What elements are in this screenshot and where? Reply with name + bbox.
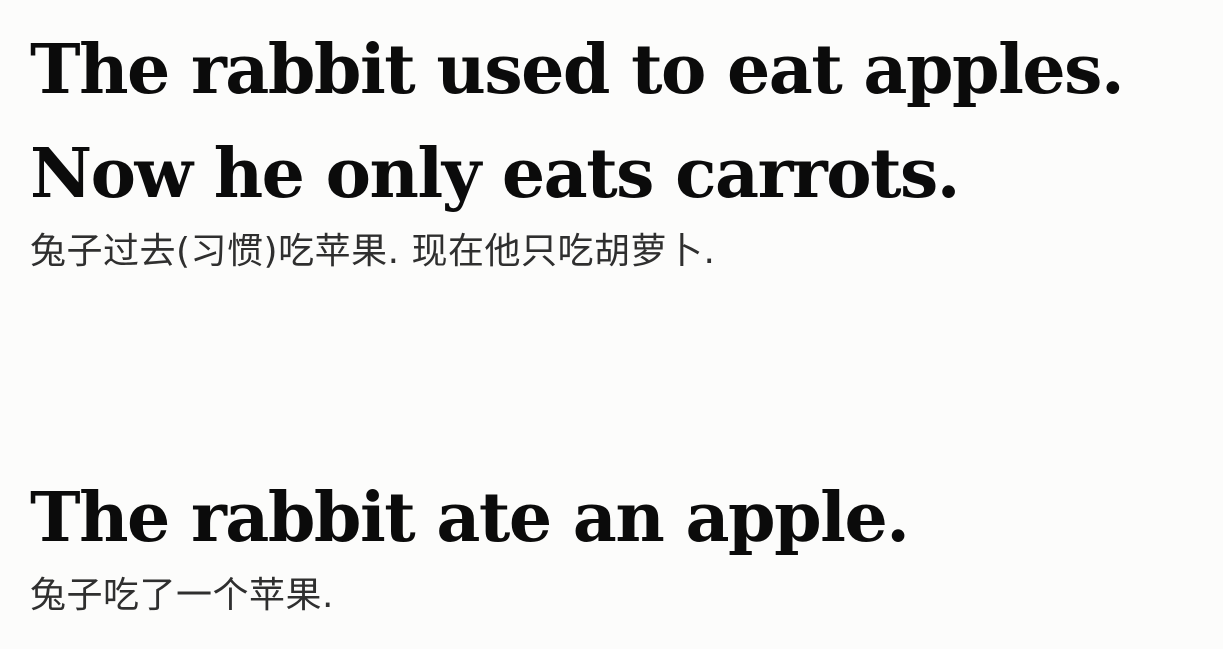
example-block-past-simple: The rabbit ate an apple. 兔子吃了一个苹果. [30, 466, 1203, 622]
chinese-translation-past-simple: 兔子吃了一个苹果. [30, 575, 334, 616]
english-sentence-now: Now he only eats carrots. [30, 134, 960, 214]
english-sentence-past-simple: The rabbit ate an apple. [30, 478, 910, 558]
chinese-translation-used-to: 兔子过去(习惯)吃苹果. 现在他只吃胡萝卜. [30, 231, 716, 272]
english-sentence-used-to: The rabbit used to eat apples. [30, 30, 1125, 110]
example-block-used-to: The rabbit used to eat apples. Now he on… [30, 18, 1203, 278]
lesson-slide: The rabbit used to eat apples. Now he on… [0, 0, 1223, 649]
